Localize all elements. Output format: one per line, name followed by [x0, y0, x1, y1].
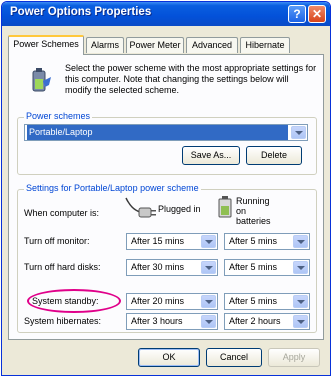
running-on-batteries-label: Running on batteries [236, 196, 271, 226]
monitor-battery-value: After 5 mins [229, 236, 278, 246]
close-button[interactable]: ✕ [308, 5, 326, 23]
power-scheme-dropdown[interactable]: Portable/Laptop [24, 124, 308, 141]
tab-alarms[interactable]: Alarms [86, 37, 124, 53]
plug-icon [125, 197, 156, 218]
disks-battery-dropdown[interactable]: After 5 mins [224, 259, 310, 276]
power-scheme-value: Portable/Laptop [27, 125, 288, 140]
power-schemes-group: Power schemes Portable/Laptop Save As...… [17, 111, 317, 175]
chevron-down-icon[interactable] [293, 261, 308, 274]
tab-power-meter[interactable]: Power Meter [126, 37, 184, 53]
monitor-plugged-value: After 15 mins [131, 236, 185, 246]
hibernate-battery-dropdown[interactable]: After 2 hours [224, 313, 310, 330]
plugged-in-label: Plugged in [158, 204, 201, 214]
chevron-down-icon[interactable] [293, 235, 308, 248]
disks-battery-value: After 5 mins [229, 262, 278, 272]
ok-button[interactable]: OK [138, 348, 200, 367]
disks-plugged-dropdown[interactable]: After 30 mins [126, 259, 218, 276]
hibernate-battery-value: After 2 hours [229, 316, 281, 326]
power-schemes-panel: Select the power scheme with the most ap… [8, 54, 324, 340]
window-title: Power Options Properties [10, 6, 152, 18]
chevron-down-icon[interactable] [293, 315, 308, 328]
chevron-down-icon[interactable] [293, 295, 308, 308]
intro-text: Select the power scheme with the most ap… [65, 63, 317, 95]
cancel-button[interactable]: Cancel [206, 348, 262, 367]
when-computer-is-label: When computer is: [24, 208, 100, 218]
system-hibernates-label: System hibernates: [24, 316, 102, 326]
standby-battery-dropdown[interactable]: After 5 mins [224, 293, 310, 310]
monitor-plugged-dropdown[interactable]: After 15 mins [126, 233, 218, 250]
standby-battery-value: After 5 mins [229, 296, 278, 306]
apply-button[interactable]: Apply [268, 348, 320, 367]
chevron-down-icon[interactable] [291, 126, 306, 139]
standby-plugged-dropdown[interactable]: After 20 mins [126, 293, 218, 310]
delete-button[interactable]: Delete [246, 146, 302, 165]
standby-plugged-value: After 20 mins [131, 296, 185, 306]
power-schemes-icon [32, 68, 51, 92]
battery-icon [218, 196, 232, 218]
turn-off-hard-disks-label: Turn off hard disks: [24, 262, 101, 272]
power-options-window: Power Options Properties ? ✕ Power Schem… [1, 1, 331, 376]
chevron-down-icon[interactable] [201, 235, 216, 248]
help-button[interactable]: ? [288, 5, 306, 23]
turn-off-monitor-label: Turn off monitor: [24, 236, 90, 246]
hibernate-plugged-value: After 3 hours [131, 316, 183, 326]
chevron-down-icon[interactable] [201, 315, 216, 328]
tab-hibernate[interactable]: Hibernate [240, 37, 290, 53]
tab-power-schemes[interactable]: Power Schemes [8, 35, 84, 55]
power-schemes-group-label: Power schemes [24, 111, 93, 121]
monitor-battery-dropdown[interactable]: After 5 mins [224, 233, 310, 250]
save-as-button[interactable]: Save As... [182, 146, 240, 165]
chevron-down-icon[interactable] [201, 261, 216, 274]
chevron-down-icon[interactable] [201, 295, 216, 308]
disks-plugged-value: After 30 mins [131, 262, 185, 272]
settings-group-label: Settings for Portable/Laptop power schem… [24, 183, 201, 193]
tab-advanced[interactable]: Advanced [186, 37, 238, 53]
standby-highlight-oval [27, 289, 121, 313]
hibernate-plugged-dropdown[interactable]: After 3 hours [126, 313, 218, 330]
title-bar[interactable]: Power Options Properties ? ✕ [2, 2, 330, 26]
